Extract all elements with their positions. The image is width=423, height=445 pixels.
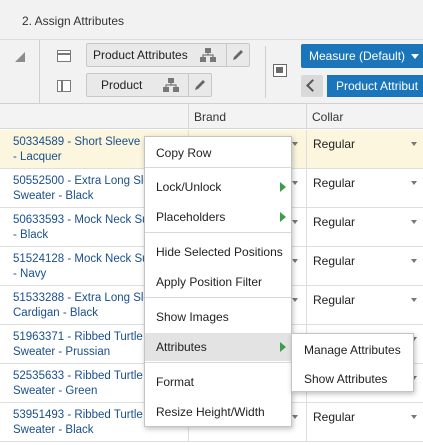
divider [306,286,307,325]
menu-item-attributes[interactable]: Attributes [145,333,291,361]
measure-dropdown-button[interactable]: Measure (Default) [301,44,423,68]
hierarchy-icon[interactable] [199,47,217,63]
divider [306,130,307,169]
edit-pencil-icon[interactable] [188,74,210,96]
row-area-grid-icon[interactable] [57,50,71,62]
measure-label: Measure (Default) [309,49,406,63]
collar-cell[interactable]: Regular [313,137,355,151]
menu-item-label: Show Images [156,310,229,324]
pivot-area: Product Attributes Product Measure (Defa… [0,40,423,104]
chevron-down-icon[interactable] [292,181,298,185]
menu-item-label: Placeholders [156,210,226,224]
context-menu: Copy Row Lock/Unlock Placeholders Hide Sele… [144,136,292,427]
menu-separator [145,362,291,363]
menu-item-apply-position-filter[interactable]: Apply Position Filter [145,268,291,296]
column-header-brand[interactable]: Brand [188,104,306,129]
chevron-down-icon [411,54,419,59]
submenu-arrow-icon [280,212,286,222]
hierarchy-icon[interactable] [162,77,180,93]
chevron-down-icon[interactable] [292,220,298,224]
menu-item-label: Lock/Unlock [156,180,222,194]
scroll-left-button[interactable] [301,75,323,97]
submenu-arrow-icon [280,342,286,352]
divider [39,40,40,104]
column-grid-icon[interactable] [57,80,71,92]
menu-item-label: Apply Position Filter [156,275,263,289]
chevron-down-icon[interactable] [411,298,417,302]
divider [306,169,307,208]
row-tile-label: Product Attributes [93,48,188,62]
menu-item-show-images[interactable]: Show Images [145,303,291,331]
row-tile-product[interactable]: Product [86,73,212,97]
collar-cell[interactable]: Regular [313,254,355,268]
menu-item-format[interactable]: Format [145,368,291,396]
divider [306,208,307,247]
chevron-down-icon[interactable] [411,181,417,185]
chevron-down-icon[interactable] [411,220,417,224]
menu-item-hide-selected-positions[interactable]: Hide Selected Positions [145,238,291,266]
collar-cell[interactable]: Regular [313,176,355,190]
column-header-collar[interactable]: Collar [306,104,423,129]
panel-title-bar: 2. Assign Attributes [0,0,423,40]
divider [306,403,307,442]
menu-separator [145,232,291,233]
menu-item-show-attributes[interactable]: Show Attributes [292,364,413,392]
layout-toggle-icon[interactable] [273,64,287,77]
collar-cell[interactable]: Regular [313,410,355,424]
submenu-arrow-icon [280,182,286,192]
menu-item-resize-height-width[interactable]: Resize Height/Width [145,398,291,426]
column-tile-product-attributes[interactable]: Product Attribut [327,75,423,97]
divider [265,46,266,98]
menu-item-label: Copy Row [156,146,212,160]
menu-separator [145,297,291,298]
chevron-down-icon[interactable] [411,415,417,419]
edit-pencil-icon[interactable] [226,44,248,66]
panel-title: 2. Assign Attributes [22,14,125,28]
menu-item-lock-unlock[interactable]: Lock/Unlock [145,173,291,201]
menu-item-placeholders[interactable]: Placeholders [145,203,291,231]
menu-item-label: Hide Selected Positions [156,245,283,259]
collar-cell[interactable]: Regular [313,293,355,307]
chevron-down-icon[interactable] [411,142,417,146]
row-tile-label: Product [101,78,143,92]
menu-item-label: Attributes [156,340,207,354]
chevron-down-icon[interactable] [292,415,298,419]
chevron-down-icon[interactable] [411,259,417,263]
attributes-submenu: Manage Attributes Show Attributes [291,333,414,392]
grid-header: Brand Collar [0,104,423,129]
divider [306,247,307,286]
menu-item-manage-attributes[interactable]: Manage Attributes [292,335,413,363]
chevron-down-icon[interactable] [292,259,298,263]
row-tile-product-attributes[interactable]: Product Attributes [86,43,250,67]
collar-cell[interactable]: Regular [313,215,355,229]
menu-item-copy-row[interactable]: Copy Row [145,139,291,167]
menu-item-label: Resize Height/Width [156,405,265,419]
chevron-down-icon[interactable] [292,298,298,302]
chevron-down-icon[interactable] [292,142,298,146]
menu-separator [145,167,291,168]
menu-item-label: Format [156,375,195,389]
collapse-triangle-icon[interactable] [15,52,25,62]
